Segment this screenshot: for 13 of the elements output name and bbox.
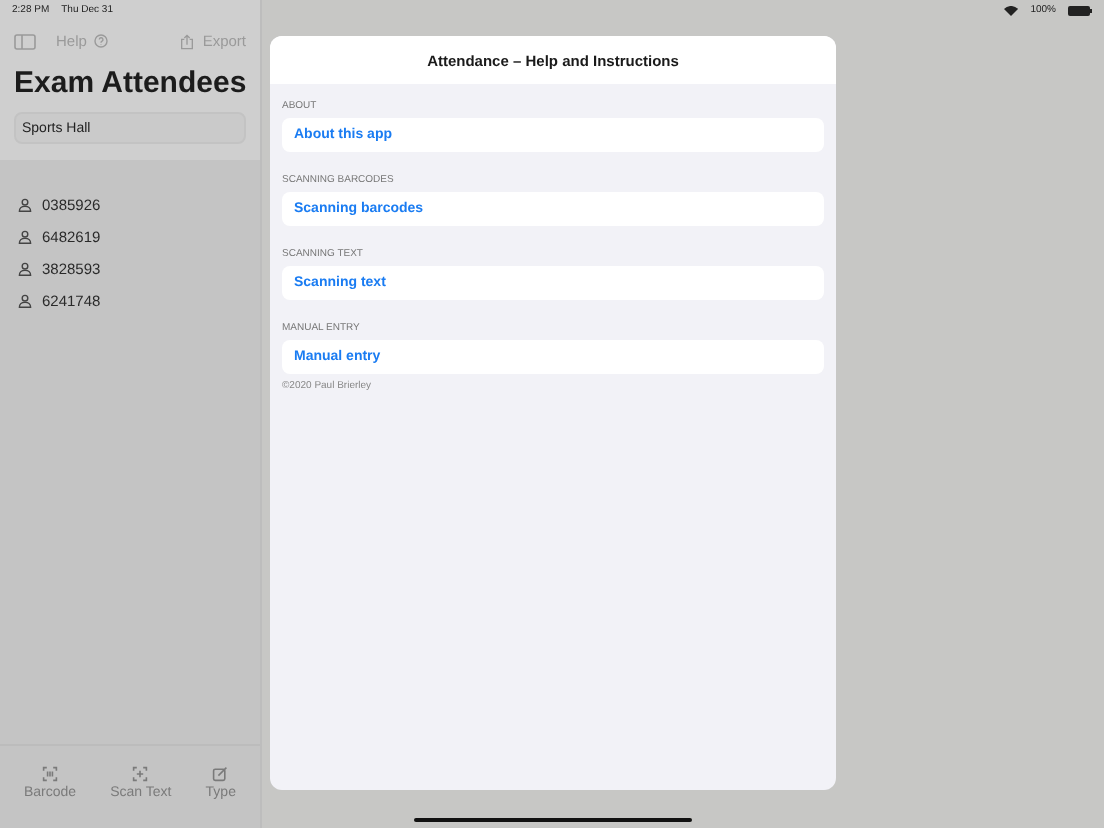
- edit-icon: [212, 766, 229, 782]
- help-icon[interactable]: [94, 34, 109, 48]
- page-title: Exam Attendees: [14, 66, 246, 100]
- person-icon: [18, 262, 32, 276]
- wifi-icon: [1004, 5, 1019, 15]
- person-icon: [18, 198, 32, 212]
- text-scan-icon: [132, 766, 149, 782]
- person-icon: [18, 230, 32, 244]
- person-icon: [18, 294, 32, 308]
- barcode-icon: [42, 766, 59, 782]
- sidebar-toggle-icon[interactable]: [14, 33, 36, 49]
- share-icon[interactable]: [180, 33, 195, 49]
- battery-icon: [1068, 5, 1092, 15]
